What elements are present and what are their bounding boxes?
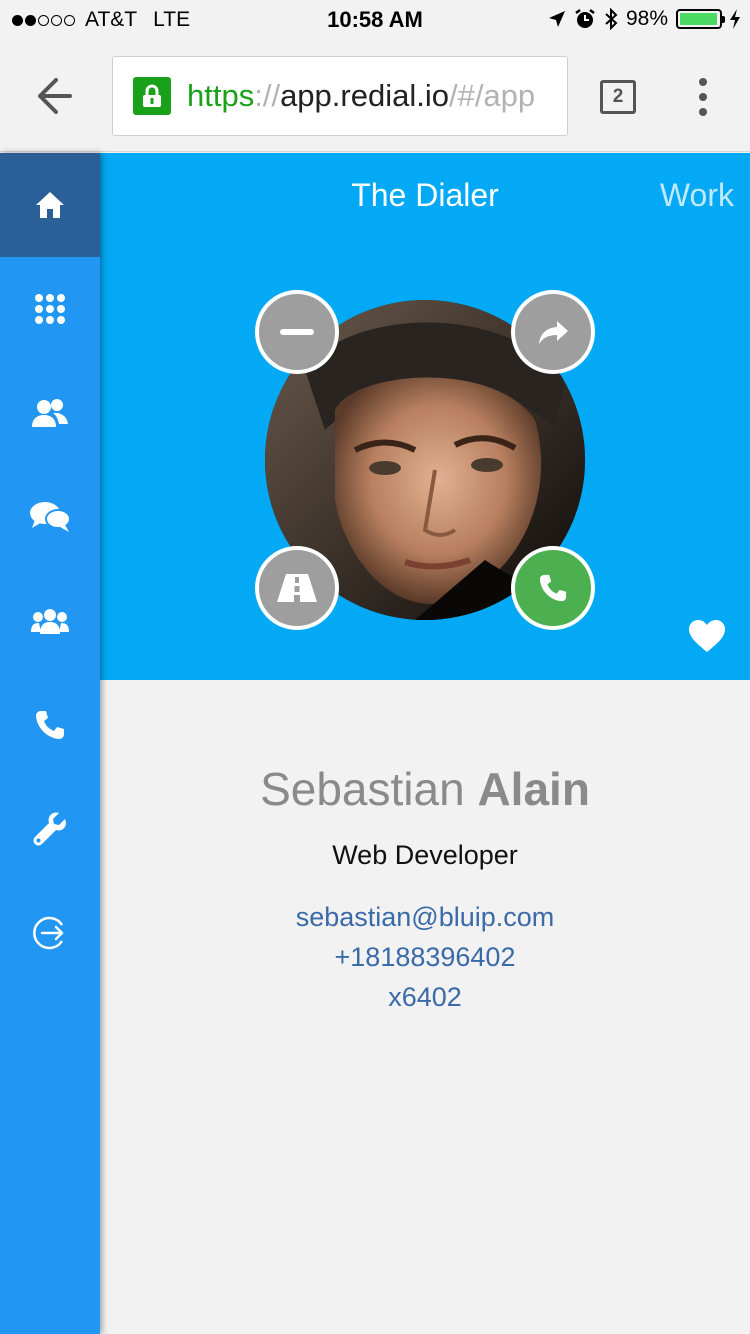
minus-icon <box>280 329 314 335</box>
status-right: 98% <box>548 7 740 31</box>
email-link[interactable]: sebastian@bluip.com <box>100 902 750 933</box>
url-text: https://app.redial.io/#/app <box>187 78 535 114</box>
forward-contact-button[interactable] <box>511 290 595 374</box>
phone-icon <box>36 711 64 739</box>
url-path: /#/app <box>448 78 536 113</box>
alarm-icon <box>575 9 595 28</box>
wrench-icon <box>33 812 66 846</box>
sidebar-item-groups[interactable] <box>0 569 100 673</box>
url-host: app.redial.io <box>280 78 449 113</box>
last-name: Alain <box>477 763 590 815</box>
sidebar-item-settings[interactable] <box>0 777 100 881</box>
groups-icon <box>31 609 69 634</box>
phone-icon <box>539 574 567 602</box>
url-separator: :// <box>254 78 281 113</box>
browser-toolbar: https://app.redial.io/#/app 2 <box>0 40 750 152</box>
back-button[interactable] <box>30 72 84 120</box>
road-icon <box>277 574 317 602</box>
contact-details: Sebastian Alain Web Developer sebastian@… <box>100 680 750 1334</box>
page-title: The Dialer <box>351 177 499 213</box>
browser-menu-button[interactable] <box>696 78 710 116</box>
contacts-icon <box>32 399 68 427</box>
sidebar-item-phone[interactable] <box>0 673 100 777</box>
secure-lock-icon <box>133 77 171 115</box>
battery-icon <box>676 9 725 29</box>
url-protocol: https <box>187 78 255 113</box>
sidebar-item-contacts[interactable] <box>0 361 100 465</box>
tab-switcher-button[interactable]: 2 <box>600 80 636 114</box>
logout-icon <box>33 916 64 950</box>
charging-bolt-icon <box>730 9 740 29</box>
location-arrow-icon <box>548 11 565 27</box>
dialpad-icon <box>35 294 65 324</box>
directions-button[interactable] <box>255 546 339 630</box>
battery-fill <box>680 13 718 25</box>
sidebar-item-logout[interactable] <box>0 881 100 985</box>
sidebar-item-dialpad[interactable] <box>0 257 100 361</box>
chat-icon <box>30 502 71 532</box>
first-name: Sebastian <box>260 763 465 815</box>
phone-link[interactable]: +18188396402 <box>100 942 750 973</box>
address-bar[interactable]: https://app.redial.io/#/app <box>112 56 568 136</box>
remove-contact-button[interactable] <box>255 290 339 374</box>
contact-type-label[interactable]: Work <box>660 177 734 214</box>
dialer-header: The Dialer Work <box>100 153 750 680</box>
favorite-heart-icon[interactable] <box>688 619 726 653</box>
home-icon <box>36 192 64 218</box>
status-bar: AT&T LTE 10:58 AM 98% <box>0 0 750 40</box>
battery-percent: 98% <box>625 7 668 30</box>
job-title: Web Developer <box>332 840 518 870</box>
call-button[interactable] <box>511 546 595 630</box>
bluetooth-icon <box>605 8 618 30</box>
sidebar-item-home[interactable] <box>0 153 100 257</box>
share-arrow-icon <box>539 321 568 344</box>
extension-link[interactable]: x6402 <box>100 982 750 1013</box>
back-arrow-icon <box>38 78 72 114</box>
sidebar <box>0 153 100 1334</box>
contact-name: Sebastian Alain <box>100 762 750 816</box>
sidebar-item-chat[interactable] <box>0 465 100 569</box>
